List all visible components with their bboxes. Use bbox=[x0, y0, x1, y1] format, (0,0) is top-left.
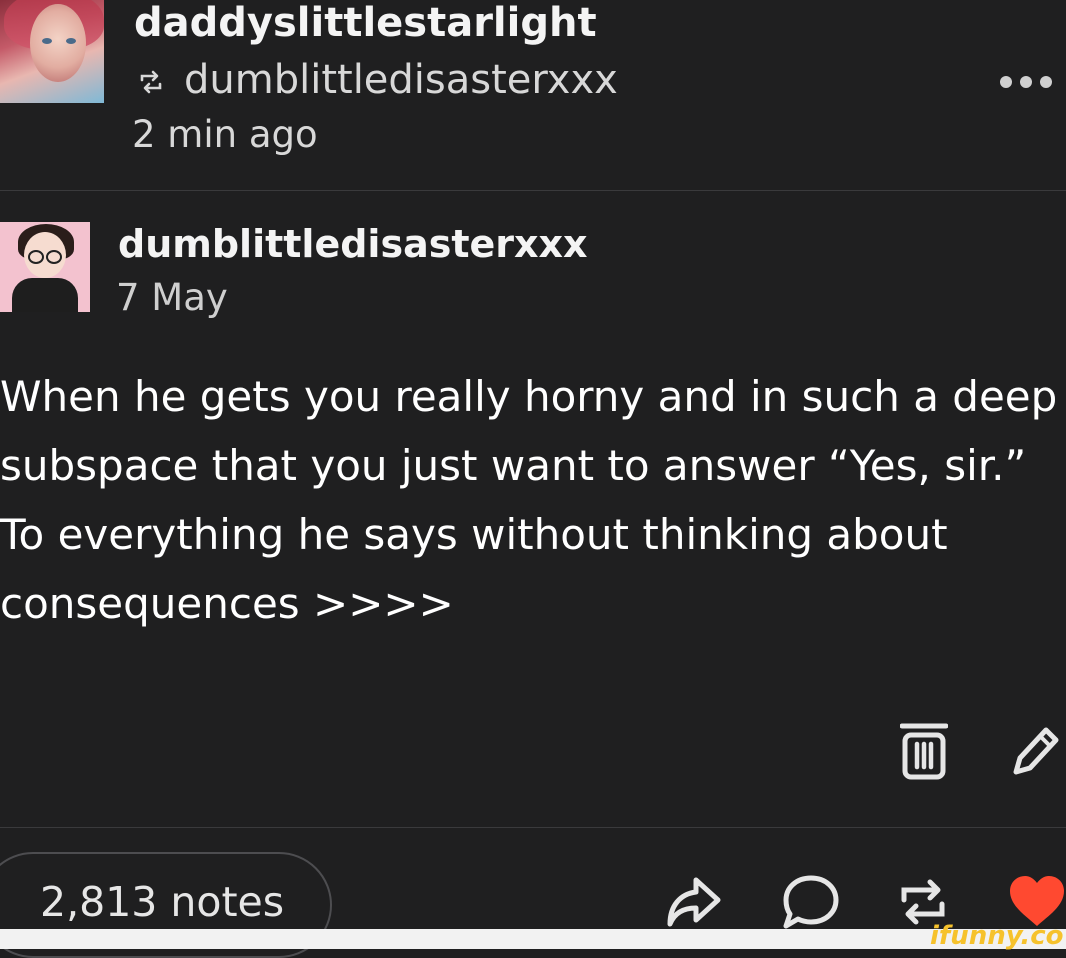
more-dots-icon[interactable] bbox=[1000, 72, 1058, 92]
notes-count[interactable]: 2,813 notes bbox=[40, 878, 284, 926]
post-date: 7 May bbox=[116, 276, 228, 319]
post-author-username[interactable]: dumblittledisasterxxx bbox=[118, 222, 588, 266]
header-divider bbox=[0, 190, 1066, 191]
reblogger-username[interactable]: daddyslittlestarlight bbox=[134, 0, 597, 46]
trash-icon[interactable] bbox=[900, 722, 948, 780]
heart-icon[interactable] bbox=[1008, 874, 1066, 928]
ifunny-watermark: ifunny.co bbox=[930, 921, 1064, 951]
author-avatar[interactable] bbox=[0, 222, 90, 312]
reblog-icon bbox=[140, 70, 162, 94]
footer-divider bbox=[0, 827, 1066, 828]
reblog-source-username[interactable]: dumblittledisasterxxx bbox=[184, 56, 618, 104]
reblog-timestamp: 2 min ago bbox=[132, 113, 318, 156]
post-body-text: When he gets you really horny and in suc… bbox=[0, 372, 1058, 628]
pencil-icon[interactable] bbox=[1010, 722, 1060, 778]
speech-bubble-icon[interactable] bbox=[782, 874, 840, 930]
watermark-bar bbox=[0, 929, 1066, 949]
share-arrow-icon[interactable] bbox=[666, 876, 722, 928]
reblogger-avatar[interactable] bbox=[0, 0, 104, 103]
